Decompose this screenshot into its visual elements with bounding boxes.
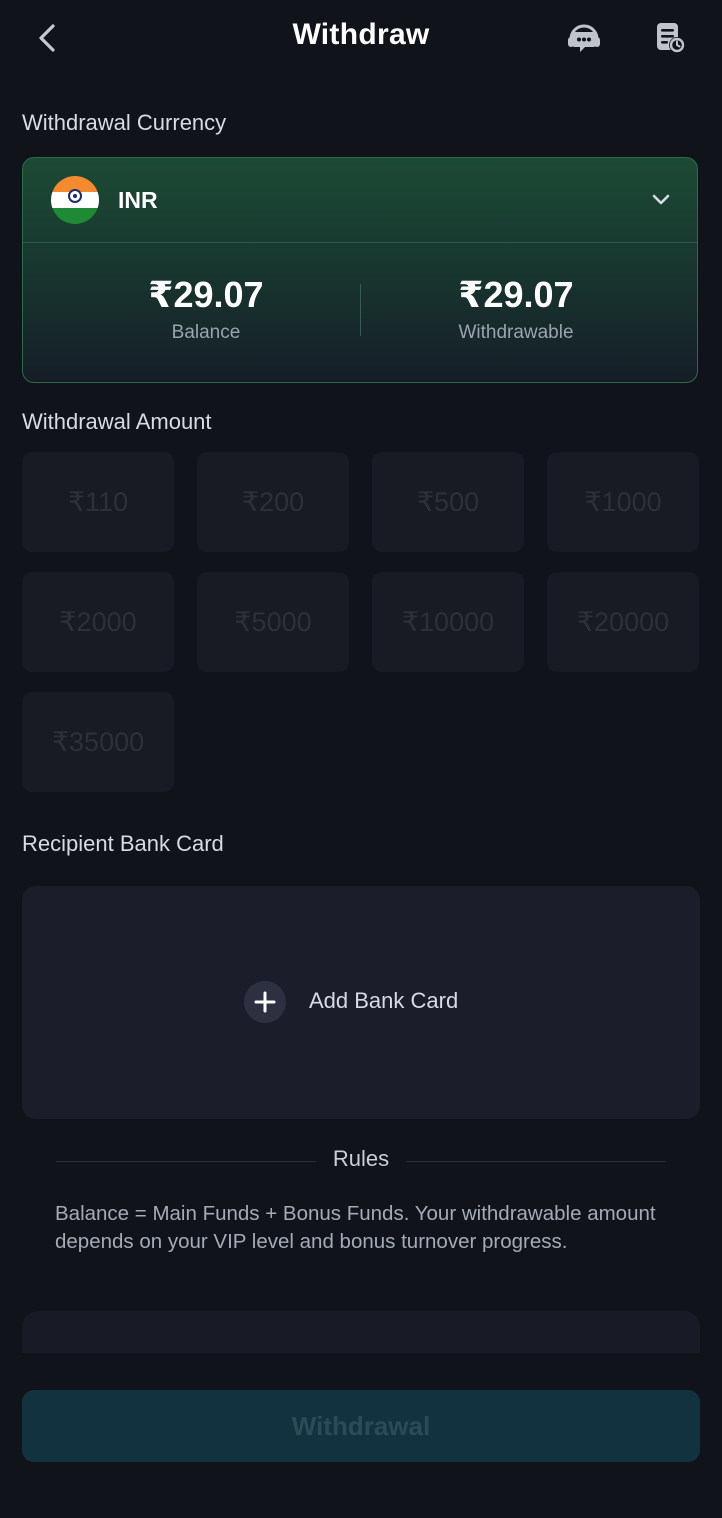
india-flag-icon [51, 176, 99, 224]
currency-code: INR [118, 187, 158, 213]
withdrawable-value: ₹29.07 [458, 274, 574, 315]
document-clock-icon [657, 23, 685, 53]
bank-section-label: Recipient Bank Card [22, 831, 224, 856]
card-divider [23, 242, 697, 243]
support-button[interactable] [562, 16, 606, 60]
rules-text: Balance = Main Funds + Bonus Funds. Your… [55, 1202, 656, 1253]
currency-select[interactable]: INR [23, 158, 697, 242]
rules-header: Rules [56, 1146, 666, 1176]
records-button[interactable] [648, 16, 692, 60]
top-bar: Withdraw [0, 0, 722, 76]
amount-chip[interactable]: ₹1000 [547, 452, 699, 552]
withdrawable-block: ₹29.07 Withdrawable [361, 274, 671, 344]
rules-title: Rules [332, 1146, 390, 1171]
amount-chip[interactable]: ₹35000 [22, 692, 174, 792]
currency-card: INR ₹29.07 Balance ₹29.07 Withdrawable [22, 157, 698, 383]
balance-block: ₹29.07 Balance [51, 274, 361, 344]
add-bank-card-button[interactable]: Add Bank Card [22, 886, 700, 1119]
chevron-down-icon [652, 194, 670, 205]
amount-chip[interactable]: ₹110 [22, 452, 174, 552]
currency-section-label: Withdrawal Currency [22, 110, 227, 135]
balance-value: ₹29.07 [148, 274, 264, 315]
amount-chip[interactable]: ₹500 [372, 452, 524, 552]
amount-chip[interactable]: ₹2000 [22, 572, 174, 672]
page-title: Withdraw [292, 18, 430, 51]
amount-chip[interactable]: ₹200 [197, 452, 349, 552]
rules-divider-right [406, 1161, 666, 1162]
plus-icon [244, 981, 286, 1023]
amount-chip[interactable]: ₹20000 [547, 572, 699, 672]
amount-chip[interactable]: ₹5000 [197, 572, 349, 672]
withdraw-submit-button[interactable]: Withdrawal [22, 1390, 700, 1462]
balance-label: Balance [171, 322, 241, 343]
headset-chat-icon [568, 24, 600, 52]
amount-section-label: Withdrawal Amount [22, 409, 212, 434]
withdrawable-label: Withdrawable [458, 322, 574, 343]
amount-chip[interactable]: ₹10000 [372, 572, 524, 672]
add-bank-card-label: Add Bank Card [309, 988, 459, 1013]
scroll-panel-edge [22, 1311, 700, 1353]
